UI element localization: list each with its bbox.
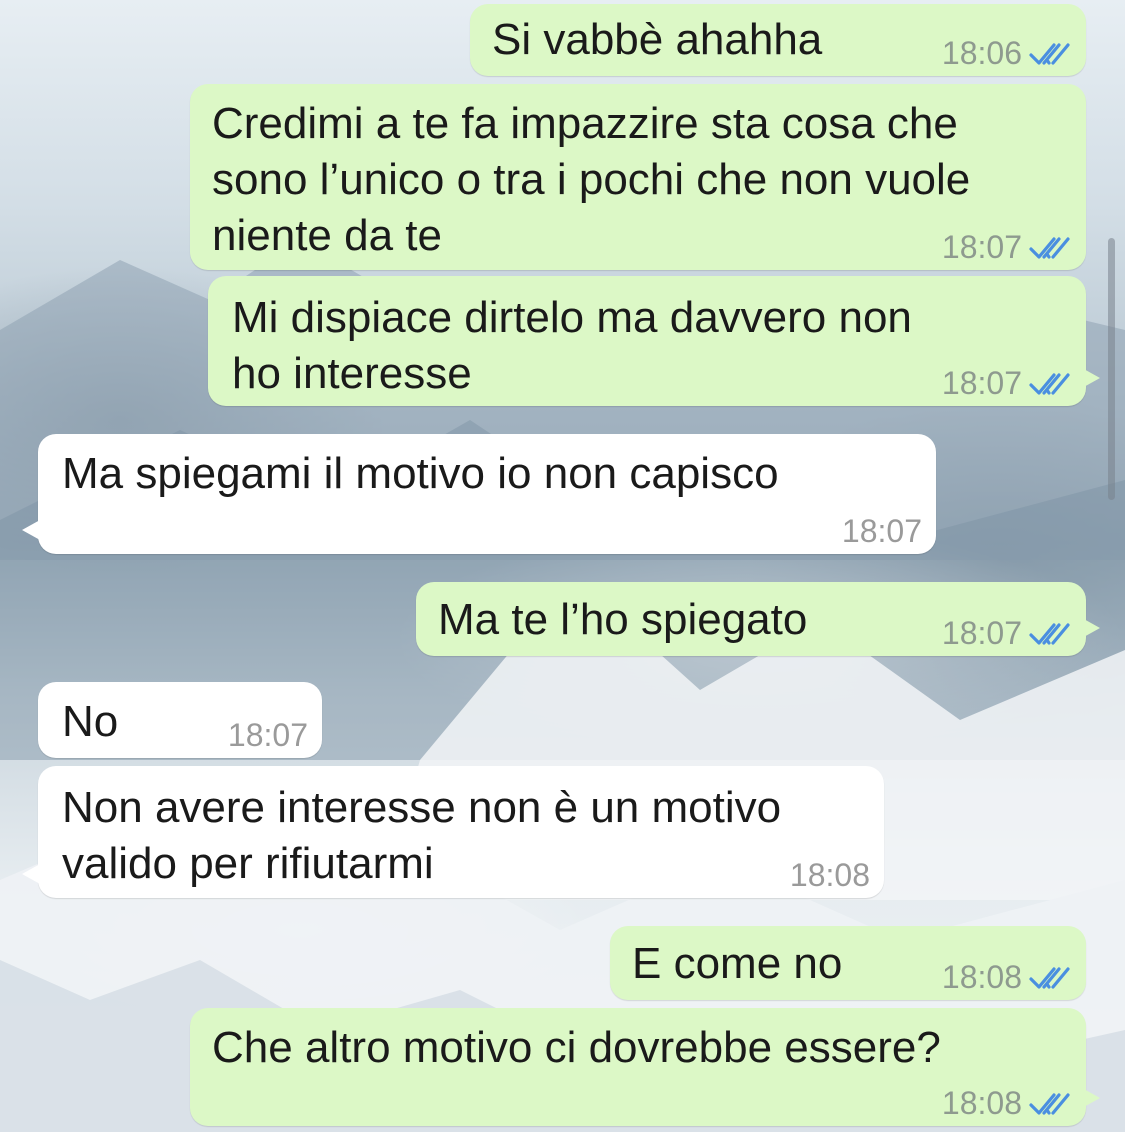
message-text: Ma spiegami il motivo io non capisco — [62, 449, 779, 498]
bubble-tail — [22, 864, 40, 884]
message-text: Mi dispiace dirtelo ma davvero non ho in… — [232, 293, 912, 398]
scrollbar[interactable] — [1108, 238, 1115, 500]
incoming-message[interactable]: Ma spiegami il motivo io non capisco 18:… — [22, 434, 936, 554]
outgoing-message[interactable]: Ma te l’ho spiegato 18:07 — [416, 582, 1100, 656]
message-meta: 18:08 — [790, 857, 870, 894]
message-meta: 18:07 — [942, 615, 1072, 652]
message-meta: 18:06 — [942, 35, 1072, 72]
message-time: 18:06 — [941, 35, 1022, 71]
outgoing-message[interactable]: E come no 18:08 — [610, 926, 1086, 1000]
message-time: 18:08 — [941, 959, 1022, 995]
message-time: 18:07 — [227, 717, 308, 753]
bubble-tail — [1082, 368, 1100, 388]
message-text: E come no — [632, 939, 843, 988]
message-time: 18:07 — [941, 615, 1022, 651]
bubble-tail — [22, 520, 40, 540]
message-text: Credimi a te fa impazzire sta cosa che s… — [212, 99, 971, 260]
message-meta: 18:07 — [942, 365, 1072, 402]
double-check-icon — [1029, 372, 1070, 395]
message-time: 18:08 — [941, 1085, 1022, 1121]
message-text: Si vabbè ahahha — [492, 15, 823, 64]
message-time: 18:08 — [789, 857, 870, 893]
message-time: 18:07 — [941, 229, 1022, 265]
double-check-icon — [1029, 1092, 1070, 1115]
outgoing-message[interactable]: Si vabbè ahahha 18:06 — [470, 4, 1086, 76]
message-meta: 18:08 — [942, 959, 1072, 996]
message-meta: 18:07 — [942, 229, 1072, 266]
message-text: No — [62, 697, 119, 746]
outgoing-message[interactable]: Mi dispiace dirtelo ma davvero non ho in… — [208, 276, 1100, 406]
chat-message-list[interactable]: Si vabbè ahahha 18:06 Credimi a te fa im… — [0, 0, 1125, 1132]
bubble-tail — [1082, 1088, 1100, 1108]
message-meta: 18:08 — [942, 1085, 1072, 1122]
double-check-icon — [1029, 236, 1070, 259]
double-check-icon — [1029, 622, 1070, 645]
double-check-icon — [1029, 42, 1070, 65]
message-meta: 18:07 — [228, 717, 308, 754]
outgoing-message[interactable]: Credimi a te fa impazzire sta cosa che s… — [190, 84, 1086, 270]
message-time: 18:07 — [941, 365, 1022, 401]
double-check-icon — [1029, 966, 1070, 989]
message-text: Non avere interesse non è un motivo vali… — [62, 783, 782, 888]
bubble-tail — [1082, 618, 1100, 638]
incoming-message[interactable]: No 18:07 — [38, 682, 322, 758]
message-text: Che altro motivo ci dovrebbe essere? — [212, 1023, 941, 1072]
message-time: 18:07 — [841, 513, 922, 549]
message-text: Ma te l’ho spiegato — [438, 595, 808, 644]
message-meta: 18:07 — [842, 513, 922, 550]
incoming-message[interactable]: Non avere interesse non è un motivo vali… — [22, 766, 884, 898]
outgoing-message[interactable]: Che altro motivo ci dovrebbe essere? 18:… — [190, 1008, 1100, 1126]
